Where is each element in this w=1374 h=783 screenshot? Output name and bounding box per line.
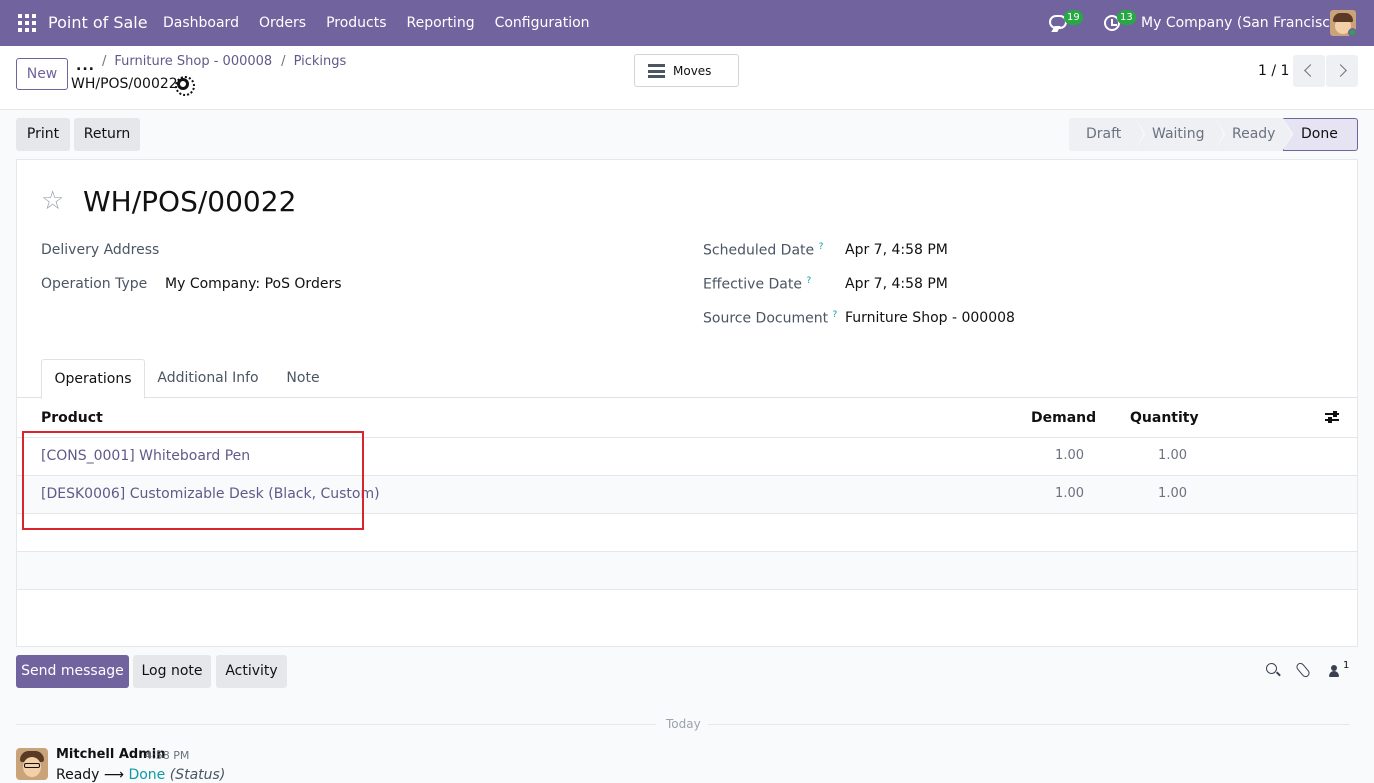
activities-badge: 13 bbox=[1117, 10, 1136, 25]
column-demand[interactable]: Demand bbox=[1031, 410, 1096, 426]
pager-next-icon[interactable] bbox=[1326, 55, 1358, 87]
stage-done: Done bbox=[1283, 118, 1358, 151]
breadcrumb-current-record: WH/POS/00022 bbox=[71, 76, 178, 92]
optional-columns-icon[interactable] bbox=[1325, 411, 1339, 423]
scheduled-date-value[interactable]: Apr 7, 4:58 PM bbox=[845, 242, 948, 258]
delivery-address-label: Delivery Address bbox=[41, 242, 160, 258]
apps-menu-icon[interactable] bbox=[18, 14, 36, 32]
breadcrumb-pickings[interactable]: Pickings bbox=[294, 54, 347, 69]
status-bar: Draft Waiting Ready Done bbox=[1069, 118, 1358, 151]
pager-previous-icon[interactable] bbox=[1293, 55, 1325, 87]
return-button[interactable]: Return bbox=[74, 118, 140, 151]
empty-row bbox=[17, 551, 1357, 589]
menu-reporting[interactable]: Reporting bbox=[407, 15, 475, 31]
menu-products[interactable]: Products bbox=[326, 15, 386, 31]
stage-draft[interactable]: Draft bbox=[1069, 118, 1145, 151]
arrow-right-icon: ⟶ bbox=[103, 767, 124, 783]
activity-button[interactable]: Activity bbox=[216, 655, 287, 688]
message-author-avatar[interactable] bbox=[16, 748, 48, 780]
breadcrumb-pos-order[interactable]: Furniture Shop - 000008 bbox=[114, 54, 272, 69]
main-menu: Dashboard Orders Products Reporting Conf… bbox=[163, 15, 610, 31]
breadcrumb-more-button[interactable]: ... bbox=[76, 58, 95, 74]
help-icon[interactable]: ? bbox=[806, 276, 811, 286]
new-button[interactable]: New bbox=[16, 58, 68, 90]
column-product[interactable]: Product bbox=[41, 410, 103, 426]
date-divider bbox=[16, 724, 656, 725]
demand-cell: 1.00 bbox=[1055, 486, 1084, 501]
date-separator-label: Today bbox=[666, 717, 701, 731]
moves-label: Moves bbox=[673, 64, 712, 78]
form-sheet: ☆ WH/POS/00022 Delivery Address Operatio… bbox=[16, 159, 1358, 647]
send-message-button[interactable]: Send message bbox=[16, 655, 129, 688]
log-note-button[interactable]: Log note bbox=[133, 655, 211, 688]
print-button[interactable]: Print bbox=[16, 118, 70, 151]
scheduled-date-label: Scheduled Date ? bbox=[703, 242, 824, 259]
moves-smart-button[interactable]: Moves bbox=[634, 54, 739, 87]
list-icon bbox=[648, 64, 665, 78]
notebook-tabs: Operations Additional Info Note bbox=[17, 359, 1357, 399]
quantity-cell[interactable]: 1.00 bbox=[1127, 448, 1187, 463]
company-switcher[interactable]: My Company (San Francisco) bbox=[1141, 15, 1344, 31]
menu-configuration[interactable]: Configuration bbox=[495, 15, 590, 31]
search-icon[interactable] bbox=[1266, 663, 1277, 674]
tracking-old-value: Ready bbox=[56, 767, 100, 783]
breadcrumb: / Furniture Shop - 000008 / Pickings bbox=[102, 54, 355, 69]
tracking-field-name: (Status) bbox=[169, 767, 226, 783]
operation-type-label: Operation Type bbox=[41, 276, 148, 292]
stage-ready[interactable]: Ready bbox=[1215, 118, 1293, 151]
followers-count: 1 bbox=[1343, 660, 1350, 671]
source-document-label: Source Document ? bbox=[703, 310, 838, 327]
empty-row bbox=[17, 589, 1357, 647]
messages-badge: 19 bbox=[1064, 10, 1083, 25]
operation-type-value[interactable]: My Company: PoS Orders bbox=[165, 276, 342, 292]
message-time: 4:58 PM bbox=[145, 749, 190, 762]
pager-value[interactable]: 1 / 1 bbox=[1258, 63, 1289, 79]
help-icon[interactable]: ? bbox=[833, 310, 838, 320]
record-title: WH/POS/00022 bbox=[83, 185, 297, 218]
demand-cell: 1.00 bbox=[1055, 448, 1084, 463]
menu-orders[interactable]: Orders bbox=[259, 15, 306, 31]
tab-additional-info[interactable]: Additional Info bbox=[149, 359, 267, 398]
breadcrumb-separator: / bbox=[102, 54, 107, 69]
menu-dashboard[interactable]: Dashboard bbox=[163, 15, 239, 31]
stage-waiting[interactable]: Waiting bbox=[1135, 118, 1225, 151]
quantity-cell[interactable]: 1.00 bbox=[1127, 486, 1187, 501]
paperclip-icon[interactable] bbox=[1294, 661, 1312, 679]
effective-date-value[interactable]: Apr 7, 4:58 PM bbox=[845, 276, 948, 292]
star-icon[interactable]: ☆ bbox=[41, 188, 64, 214]
top-navbar: Point of Sale Dashboard Orders Products … bbox=[0, 0, 1374, 46]
app-name[interactable]: Point of Sale bbox=[48, 13, 148, 32]
tracking-message: Ready ⟶ Done (Status) bbox=[56, 767, 225, 783]
column-quantity[interactable]: Quantity bbox=[1130, 410, 1199, 426]
date-divider bbox=[708, 724, 1350, 725]
gear-icon[interactable] bbox=[175, 76, 195, 96]
help-icon[interactable]: ? bbox=[819, 242, 824, 252]
source-document-value[interactable]: Furniture Shop - 000008 bbox=[845, 310, 1015, 326]
tab-operations[interactable]: Operations bbox=[41, 359, 145, 399]
breadcrumb-separator: / bbox=[281, 54, 286, 69]
control-panel: New ... / Furniture Shop - 000008 / Pick… bbox=[0, 46, 1374, 110]
tracking-new-value: Done bbox=[128, 767, 166, 783]
followers-icon[interactable] bbox=[1328, 665, 1339, 677]
effective-date-label: Effective Date ? bbox=[703, 276, 812, 293]
tab-note[interactable]: Note bbox=[277, 359, 329, 398]
highlight-box bbox=[22, 431, 364, 530]
user-avatar[interactable] bbox=[1330, 10, 1356, 36]
